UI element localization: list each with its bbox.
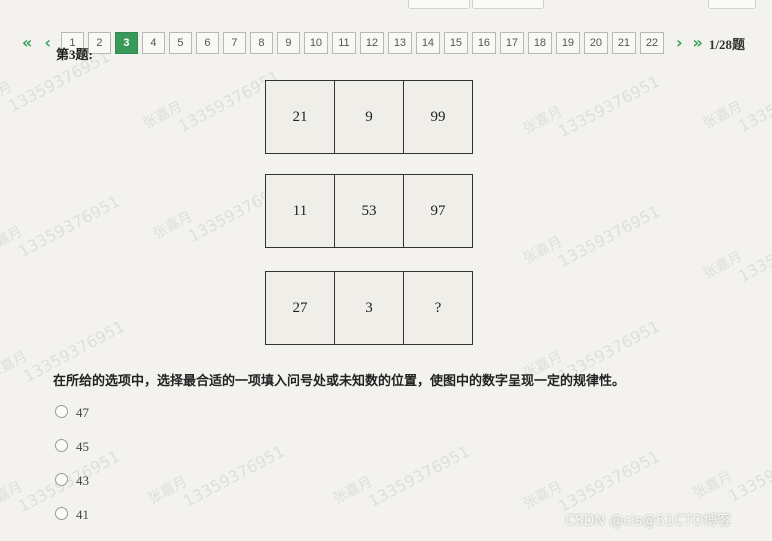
double-chevron-left-icon[interactable]: «	[22, 31, 32, 55]
page-button[interactable]: 11	[331, 32, 356, 54]
grid-cell: 53	[335, 175, 404, 247]
page-button[interactable]: 20	[583, 32, 608, 54]
page-button[interactable]: 3	[114, 32, 138, 54]
page-button[interactable]: 10	[303, 32, 328, 54]
watermark: 张嘉月 13359376951	[690, 436, 772, 506]
watermark: 张嘉月 13359376951	[330, 441, 473, 511]
radio-button[interactable]	[55, 404, 68, 418]
grid-cell: 3	[335, 272, 404, 344]
option-label: 45	[76, 439, 89, 454]
top-tab-1[interactable]	[408, 0, 470, 9]
answer-option-a[interactable]: 47	[55, 404, 89, 421]
page-button[interactable]: 19	[555, 32, 580, 54]
grid-cell: 21	[266, 81, 335, 153]
watermark: 张嘉月 13359376951	[140, 66, 283, 136]
question-pagination: « ‹ 1 2 3 4 5 6 7 8 9 10 11 12 13 14 15 16 17 18 19 20 21 22 …	[22, 31, 772, 55]
grid-cell-unknown: ?	[434, 299, 442, 316]
page-button[interactable]: 14	[415, 32, 440, 54]
grid-cell: 99	[430, 108, 446, 125]
page-button[interactable]: 12	[359, 32, 384, 54]
page-button[interactable]: 15	[443, 32, 468, 54]
watermark: 张嘉月 13359376951	[0, 191, 123, 261]
page-button[interactable]: 22	[639, 32, 664, 54]
top-tab-2[interactable]	[472, 0, 544, 9]
answer-option-d[interactable]: 41	[55, 506, 89, 523]
page-button[interactable]: 16	[471, 32, 496, 54]
chevron-left-icon[interactable]: ‹	[44, 31, 51, 55]
top-tab-3[interactable]	[708, 0, 756, 9]
answer-option-c[interactable]: 43	[55, 472, 89, 489]
option-label: 43	[76, 473, 89, 488]
number-grid-row-1: 21 9 99	[265, 80, 473, 154]
radio-button[interactable]	[55, 472, 68, 486]
watermark: 张嘉月 13359376951	[700, 216, 772, 286]
double-chevron-right-icon[interactable]: »	[693, 31, 703, 55]
grid-cell: 9	[335, 81, 404, 153]
answer-option-b[interactable]: 45	[55, 438, 89, 455]
watermark: 张嘉月 13359376951	[520, 71, 663, 141]
page-button[interactable]: 9	[276, 32, 300, 54]
number-grid-row-2: 11 53 97	[265, 174, 473, 248]
page-button[interactable]: 17	[499, 32, 524, 54]
number-grid-row-3: 27 3 ?	[265, 271, 473, 345]
page-button[interactable]: 5	[168, 32, 192, 54]
watermark: 张嘉月 13359376951	[700, 66, 772, 136]
page-button[interactable]: 7	[222, 32, 246, 54]
option-label: 41	[76, 507, 89, 522]
grid-cell: 27	[266, 272, 335, 344]
watermark: 张嘉月 13359376951	[520, 201, 663, 271]
page-button[interactable]: 8	[249, 32, 273, 54]
grid-cell: 97	[430, 202, 446, 219]
chevron-right-icon[interactable]: ›	[676, 31, 683, 55]
page-button[interactable]: 6	[195, 32, 219, 54]
radio-button[interactable]	[55, 438, 68, 452]
page-button[interactable]: 13	[387, 32, 412, 54]
option-label: 47	[76, 405, 89, 420]
question-counter: 1/28题	[708, 36, 745, 52]
question-prompt: 在所给的选项中，选择最合适的一项填入问号处或未知数的位置，使图中的数字呈现一定的…	[53, 374, 626, 389]
page-button[interactable]: 21	[611, 32, 636, 54]
page-list: 1 2 3 4 5 6 7 8 9 10 11 12 13 14 15 16 17 18 19 20 21 22	[60, 32, 668, 54]
source-credit: CSDN @cis@51CTO博客	[565, 513, 732, 529]
radio-button[interactable]	[55, 506, 68, 520]
watermark: 张嘉月 13359376951	[145, 441, 288, 511]
page-button[interactable]: 18	[527, 32, 552, 54]
grid-cell: 11	[266, 175, 335, 247]
page-button[interactable]: 4	[141, 32, 165, 54]
top-toolbar	[0, 0, 772, 16]
question-title: 第3题:	[56, 47, 93, 62]
